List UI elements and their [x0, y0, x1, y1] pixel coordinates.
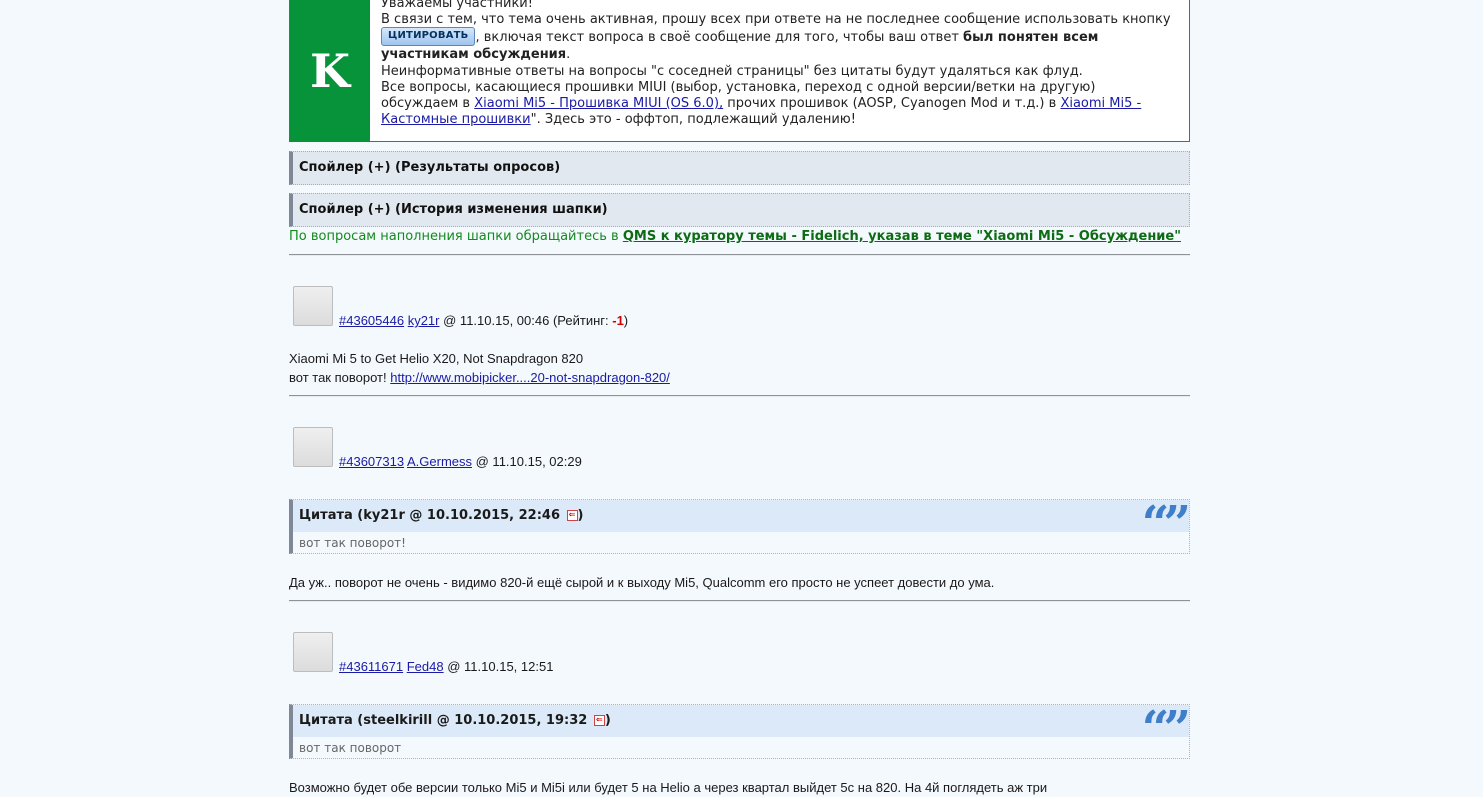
post-body: Xiaomi Mi 5 to Get Helio X20, Not Snapdr… [289, 351, 670, 385]
post-author-link[interactable]: Fed48 [407, 659, 444, 674]
post-author-link[interactable]: A.Germess [407, 454, 472, 469]
forum-thread: K Уважаемы участники! В связи с тем, что… [289, 0, 1191, 795]
post-id-link[interactable]: #43607313 [339, 454, 404, 469]
divider [289, 600, 1190, 602]
post-date: @ 11.10.15, 00:46 [443, 313, 550, 328]
avatar[interactable] [293, 286, 333, 326]
jump-to-post-icon[interactable]: ⇐ [593, 715, 605, 726]
post-date: @ 11.10.15, 12:51 [447, 659, 554, 674]
notice-flood-warning: Неинформативные ответы на вопросы "с сос… [381, 63, 1083, 79]
notice-rule: В связи с тем, что тема очень активная, … [381, 12, 1171, 63]
curator-badge: K [290, 0, 370, 142]
jump-to-post-icon[interactable]: ⇐ [566, 510, 578, 521]
divider [289, 395, 1190, 397]
spoiler-header-history[interactable]: Спойлер (+) (История изменения шапки) [289, 193, 1190, 227]
post-id-link[interactable]: #43611671 [339, 659, 403, 674]
quote-text: вот так поворот! [299, 536, 406, 550]
divider [289, 254, 1190, 256]
quote-text: вот так поворот [299, 741, 402, 755]
notice-greeting: Уважаемы участники! [381, 0, 533, 11]
post-date: @ 11.10.15, 02:29 [475, 454, 582, 469]
post-header: #43607313 A.Germess @ 11.10.15, 02:29 [339, 454, 582, 469]
post-header: #43605446 ky21r @ 11.10.15, 00:46 (Рейти… [339, 313, 629, 328]
post-id-link[interactable]: #43605446 [339, 313, 404, 328]
quote-header: Цитата (ky21r @ 10.10.2015, 22:46 ⇐) “” [293, 500, 1191, 548]
curator-notice: K Уважаемы участники! В связи с тем, что… [289, 0, 1190, 142]
quote-block: Цитата (steelkirill @ 10.10.2015, 19:32 … [289, 704, 1191, 759]
spoiler-poll-results[interactable]: Спойлер (+) (Результаты опросов) [289, 151, 1190, 185]
curator-contact-note: По вопросам наполнения шапки обращайтесь… [289, 229, 1182, 244]
quote-header: Цитата (steelkirill @ 10.10.2015, 19:32 … [293, 705, 1191, 753]
post-rating: -1 [612, 313, 624, 328]
notice-firmware: Все вопросы, касающиеся прошивки MIUI (в… [381, 79, 1142, 128]
quote-icon: “” [1141, 701, 1191, 757]
notice-text: Уважаемы участники! В связи с тем, что т… [381, 0, 1173, 128]
post-external-link[interactable]: http://www.mobipicker....20-not-snapdrag… [390, 370, 670, 385]
avatar[interactable] [293, 427, 333, 467]
link-miui-firmware[interactable]: Xiaomi Mi5 - Прошивка MIUI (OS 6.0), [474, 96, 723, 111]
post-body: Да уж.. поворот не очень - видимо 820-й … [289, 575, 995, 590]
quote-block: Цитата (ky21r @ 10.10.2015, 22:46 ⇐) “” … [289, 499, 1191, 554]
avatar[interactable] [293, 632, 333, 672]
post-author-link[interactable]: ky21r [408, 313, 440, 328]
post-body: Возможно будет обе версии только Mi5 и M… [289, 780, 1048, 795]
quote-icon: “” [1141, 496, 1191, 552]
cite-button-example[interactable]: ЦИТИРОВАТЬ [381, 27, 476, 47]
qms-curator-link[interactable]: QMS к куратору темы - Fidelich, указав в… [623, 229, 1181, 244]
post-header: #43611671 Fed48 @ 11.10.15, 12:51 [339, 659, 553, 674]
